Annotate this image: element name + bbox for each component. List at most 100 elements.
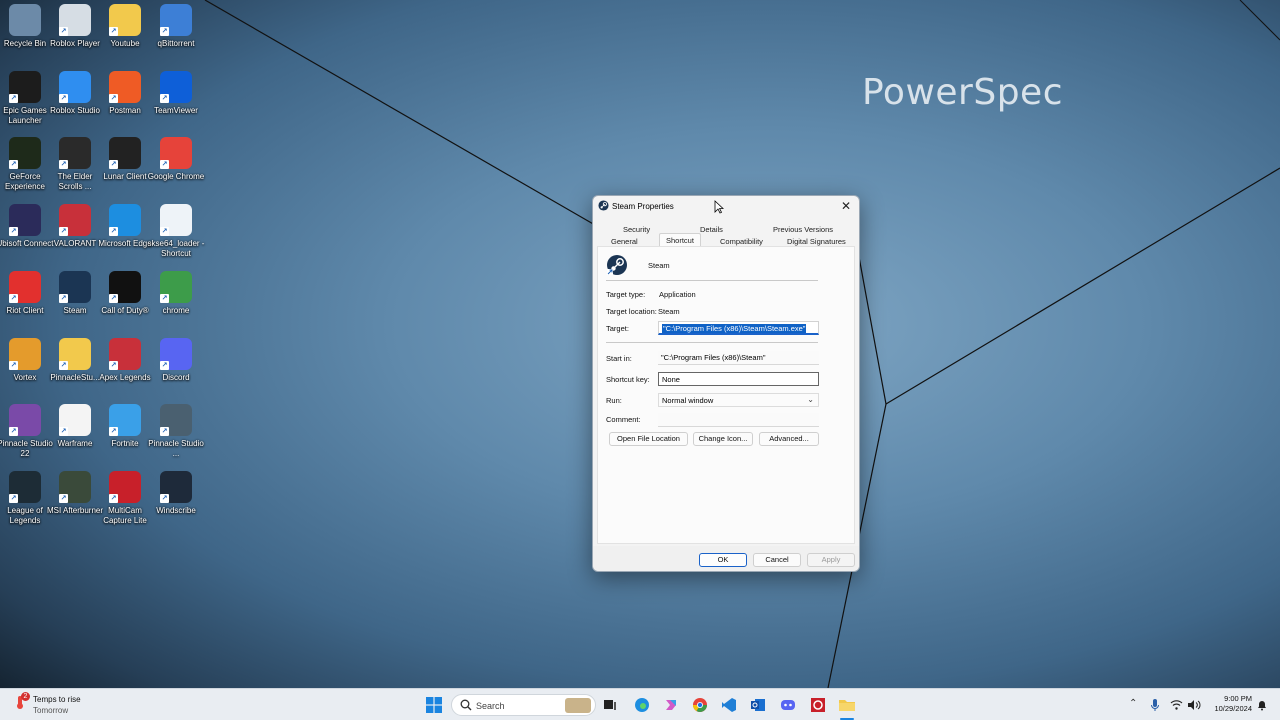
desktop-icon[interactable]: ↗ PinnacleStu...: [48, 334, 102, 398]
teamviewer-icon: ↗: [160, 70, 192, 103]
taskbar-outlook[interactable]: [748, 695, 768, 715]
change-icon-button[interactable]: Change Icon...: [693, 432, 753, 446]
desktop-icon-label: Pinnacle Studio ...: [148, 439, 204, 459]
desktop-icon-label: Windscribe: [156, 505, 196, 515]
taskbar-multicam[interactable]: [808, 695, 828, 715]
vscode-icon: [722, 698, 736, 712]
desktop-icon[interactable]: ↗ Pinnacle Studio 22: [0, 400, 53, 464]
taskbar-copilot[interactable]: [661, 695, 681, 715]
desktop-icon[interactable]: ↗ MSI Afterburner: [47, 467, 103, 531]
desktop-icon[interactable]: ↗ The Elder Scrolls ...: [48, 133, 102, 197]
desktop-icon[interactable]: ↗ Roblox Player: [48, 0, 102, 64]
steam-app-icon: [607, 255, 627, 275]
shortcut-arrow-icon: ↗: [160, 427, 169, 437]
desktop-icon[interactable]: ↗ chrome: [149, 267, 203, 331]
tab-digital-signatures[interactable]: Digital Signatures: [787, 237, 846, 246]
shortcut-key-input[interactable]: None: [658, 372, 819, 386]
wallpaper-brand-text: PowerSpec: [862, 72, 1063, 113]
desktop-icon[interactable]: ↗ League of Legends: [0, 467, 52, 531]
desktop-icon-label: skse64_loader - Shortcut: [147, 239, 205, 259]
tab-compatibility[interactable]: Compatibility: [720, 237, 763, 246]
microphone-icon[interactable]: [1150, 698, 1160, 712]
shortcut-arrow-icon: ↗: [160, 27, 169, 36]
desktop-icon[interactable]: ↗ TeamViewer: [149, 67, 203, 131]
tab-previous-versions[interactable]: Previous Versions: [773, 225, 833, 234]
lunar-client-icon: ↗: [109, 137, 141, 170]
apply-button[interactable]: Apply: [807, 553, 855, 567]
taskbar: 2 Temps to rise Tomorrow Search ⌃ 9:00 P…: [0, 688, 1280, 720]
tab-security[interactable]: Security: [623, 225, 650, 234]
ok-button[interactable]: OK: [699, 553, 747, 567]
desktop-icon[interactable]: ↗ Epic Games Launcher: [0, 67, 52, 131]
shortcut-arrow-icon: ↗: [109, 93, 118, 103]
desktop-icon[interactable]: ↗ skse64_loader - Shortcut: [147, 200, 205, 264]
wifi-icon[interactable]: [1170, 699, 1183, 711]
desktop-icon[interactable]: ↗ Windscribe: [149, 467, 203, 531]
dialog-titlebar[interactable]: Steam Properties ✕: [593, 196, 859, 216]
notification-bell-icon[interactable]: [1256, 699, 1268, 711]
taskbar-edge[interactable]: [632, 695, 652, 715]
desktop-icon[interactable]: ↗ Fortnite: [98, 400, 152, 464]
desktop-icon[interactable]: ↗ Riot Client: [0, 267, 52, 331]
comment-input[interactable]: [658, 413, 819, 427]
system-clock[interactable]: 9:00 PM 10/29/2024: [1208, 694, 1252, 714]
desktop-icon[interactable]: ↗ GeForce Experience: [0, 133, 52, 197]
shortcut-arrow-icon: ↗: [59, 27, 68, 36]
tab-general[interactable]: General: [611, 237, 638, 246]
target-type-label: Target type:: [606, 290, 646, 299]
mouse-cursor-icon: [714, 200, 724, 214]
desktop-icon[interactable]: ↗ Vortex: [0, 334, 52, 398]
desktop-icon[interactable]: ↗ Roblox Studio: [48, 67, 102, 131]
folder-icon: ↗: [59, 337, 91, 370]
open-file-location-button[interactable]: Open File Location: [609, 432, 688, 446]
taskbar-vscode[interactable]: [719, 695, 739, 715]
desktop-icon[interactable]: ↗ Steam: [48, 267, 102, 331]
chevron-up-icon[interactable]: ⌃: [1129, 698, 1137, 709]
desktop-icon[interactable]: ↗ Google Chrome: [147, 133, 205, 197]
cancel-button[interactable]: Cancel: [753, 553, 801, 567]
ubisoft-icon: ↗: [9, 204, 41, 237]
speaker-icon[interactable]: [1187, 699, 1201, 711]
desktop-icon[interactable]: Recycle Bin: [0, 0, 52, 64]
desktop-icon[interactable]: ↗ Pinnacle Studio ...: [148, 400, 204, 464]
advanced-button[interactable]: Advanced...: [759, 432, 819, 446]
tab-details[interactable]: Details: [700, 225, 723, 234]
taskbar-discord[interactable]: [778, 695, 798, 715]
desktop-icon[interactable]: ↗ Apex Legends: [98, 334, 152, 398]
discord-icon: ↗: [160, 337, 192, 370]
comment-label: Comment:: [606, 415, 641, 424]
taskbar-chrome[interactable]: [690, 695, 710, 715]
desktop-icon[interactable]: ↗ Call of Duty®: [98, 267, 152, 331]
target-input[interactable]: "C:\Program Files (x86)\Steam\Steam.exe": [658, 321, 819, 335]
shortcut-arrow-icon: ↗: [9, 493, 18, 503]
desktop-icon[interactable]: ↗ Ubisoft Connect: [0, 200, 53, 264]
taskbar-file-explorer[interactable]: [837, 695, 857, 715]
desktop-icon[interactable]: ↗ MultiCam Capture Lite: [98, 467, 152, 531]
call-of-duty-icon: ↗: [109, 270, 141, 303]
desktop-icon[interactable]: ↗ Youtube: [98, 0, 152, 64]
desktop-icon[interactable]: ↗ Discord: [149, 334, 203, 398]
shortcut-arrow-icon: ↗: [59, 160, 68, 170]
copilot-icon: [666, 700, 676, 710]
shortcut-arrow-icon: ↗: [109, 427, 118, 437]
desktop-icon[interactable]: ↗ VALORANT: [48, 200, 102, 264]
run-select[interactable]: Normal window ⌄: [658, 393, 819, 407]
shortcut-arrow-icon: ↗: [109, 293, 118, 303]
desktop-icon-label: qBittorrent: [157, 39, 195, 48]
desktop-icon[interactable]: ↗ Lunar Client: [98, 133, 152, 197]
search-highlight-icon: [565, 698, 591, 713]
pinnacle-sb-icon: ↗: [160, 404, 192, 437]
start-button[interactable]: [424, 695, 444, 715]
shortcut-arrow-icon: ↗: [59, 493, 68, 503]
desktop-icon[interactable]: ↗ qBittorrent: [149, 0, 203, 64]
desktop-icon[interactable]: ↗ Microsoft Edge: [98, 200, 152, 264]
close-icon[interactable]: ✕: [838, 198, 854, 214]
taskbar-search[interactable]: Search: [451, 694, 596, 716]
weather-widget[interactable]: 2 Temps to rise Tomorrow: [12, 692, 81, 715]
postman-icon: ↗: [109, 70, 141, 103]
desktop-icon[interactable]: ↗ Postman: [98, 67, 152, 131]
desktop-icon[interactable]: ↗ Warframe: [48, 400, 102, 464]
start-in-input[interactable]: "C:\Program Files (x86)\Steam": [658, 351, 819, 365]
desktop-icon-label: Google Chrome: [147, 172, 205, 182]
task-view-button[interactable]: [600, 695, 620, 715]
